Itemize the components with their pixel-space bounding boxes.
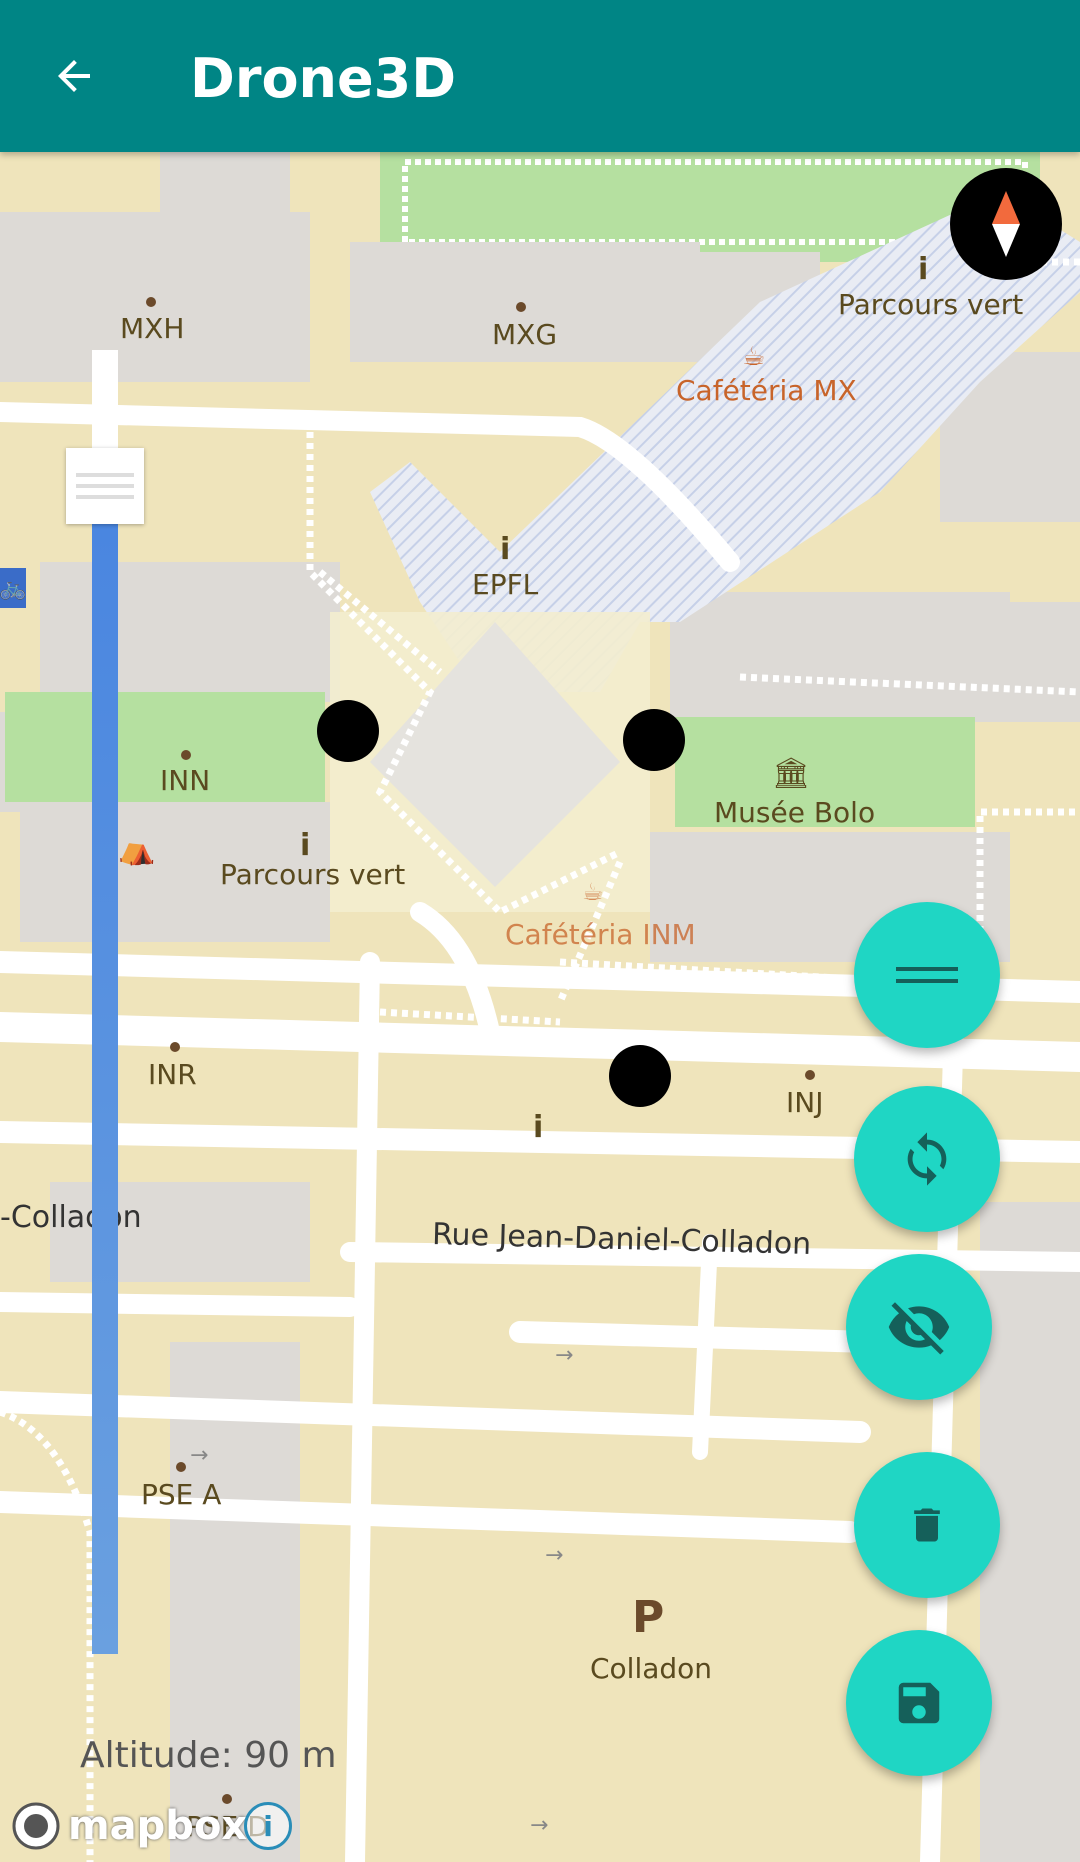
building-label-mxh: MXH <box>120 312 185 345</box>
cafe-icon-inm: ☕ <box>582 878 604 906</box>
info-icon-top: i <box>918 252 929 287</box>
poi-dot-inn <box>181 750 191 760</box>
poi-label-colladon: Colladon <box>590 1652 713 1685</box>
poi-dot-inj <box>805 1070 815 1080</box>
building-label-inj: INJ <box>786 1086 824 1119</box>
cafe-icon-mx: ☕ <box>742 342 766 372</box>
delete-fab[interactable] <box>854 1452 1000 1598</box>
bike-icon: 🚲 <box>0 568 27 608</box>
arrow-left-icon <box>58 60 90 92</box>
poi-label-epfl: EPFL <box>472 568 539 601</box>
menu-icon <box>896 967 958 983</box>
building-label-pse-a: PSE A <box>141 1478 222 1511</box>
svg-text:→: → <box>545 1543 563 1568</box>
handle-grip-line <box>76 495 134 499</box>
sync-fab[interactable] <box>854 1086 1000 1232</box>
building-label-inn: INN <box>160 764 211 797</box>
svg-text:→: → <box>530 1813 548 1838</box>
attribution-info-button[interactable]: i <box>244 1802 292 1850</box>
mapbox-wordmark: mapbox <box>68 1803 248 1849</box>
mapbox-logo-icon <box>12 1802 60 1850</box>
handle-grip-line <box>76 484 134 488</box>
svg-text:→: → <box>190 1443 208 1468</box>
hide-fab[interactable] <box>846 1254 992 1400</box>
trash-icon <box>914 1508 940 1542</box>
waypoint-marker-2[interactable] <box>623 709 685 771</box>
parking-icon: P <box>632 1592 665 1643</box>
mapbox-logo[interactable]: mapbox <box>10 1800 247 1852</box>
poi-label-cafeteria-inm: Cafétéria INM <box>505 918 696 951</box>
compass-button[interactable] <box>950 168 1062 280</box>
poi-dot-mxg <box>516 302 526 312</box>
poi-label-parcours-vert-mid: Parcours vert <box>220 858 406 891</box>
info-icon-bottom: i <box>533 1110 544 1145</box>
svg-text:→: → <box>555 1343 573 1368</box>
altitude-slider-handle[interactable] <box>66 448 144 524</box>
altitude-slider-track[interactable] <box>92 524 118 1654</box>
poi-label-cafeteria-mx: Cafétéria MX <box>676 374 857 407</box>
menu-fab[interactable] <box>854 902 1000 1048</box>
eye-off-icon <box>888 1302 950 1355</box>
poi-label-musee-bolo: Musée Bolo <box>714 796 876 829</box>
building-label-mxg: MXG <box>492 318 558 351</box>
floppy-disk-icon <box>898 1682 940 1724</box>
back-button[interactable] <box>44 46 104 106</box>
street-label-left: -Colladon <box>0 1200 142 1235</box>
save-fab[interactable] <box>846 1630 992 1776</box>
poi-dot-pse-a <box>176 1462 186 1472</box>
waypoint-marker-3[interactable] <box>609 1045 671 1107</box>
compass-icon <box>992 191 1020 257</box>
info-icon-epfl: i <box>500 532 511 567</box>
waypoint-marker-1[interactable] <box>317 700 379 762</box>
app-bar: Drone3D <box>0 0 1080 152</box>
page-title: Drone3D <box>190 47 457 110</box>
poi-label-parcours-vert-top: Parcours vert <box>838 288 1024 321</box>
building-label-inr: INR <box>148 1058 197 1091</box>
altitude-readout: Altitude: 90 m <box>80 1735 337 1776</box>
sync-icon <box>907 1132 947 1186</box>
picnic-icon: ⛺ <box>118 832 156 867</box>
handle-grip-line <box>76 473 134 477</box>
altitude-slider-track-top <box>92 350 118 450</box>
museum-icon: 🏛 <box>772 756 811 791</box>
poi-dot-inr <box>170 1042 180 1052</box>
poi-dot-mxh <box>146 297 156 307</box>
